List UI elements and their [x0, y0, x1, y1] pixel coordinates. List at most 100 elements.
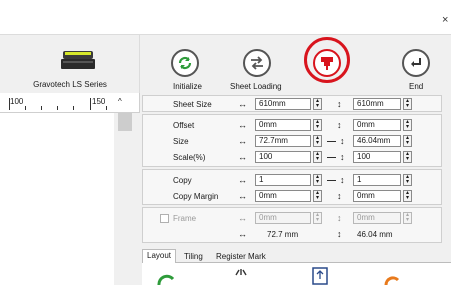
swap-arrows-icon	[243, 49, 271, 77]
copy-row: Copy ↔ 1 ▴ ▾ — ↕ 1 ▴ ▾	[143, 174, 443, 187]
horizontal-arrow-icon: ↔	[238, 152, 247, 162]
sheet-loading-button[interactable]: Sheet Loading	[226, 35, 290, 93]
offset-x-field[interactable]: 0mm	[255, 119, 311, 131]
frame-y-field[interactable]: 0mm	[353, 212, 401, 224]
size-height-field[interactable]: 46.04mm	[353, 135, 401, 147]
horizontal-arrow-icon: ↔	[238, 175, 247, 185]
frame-checkbox[interactable]	[160, 214, 169, 223]
horizontal-arrow-icon: ↔	[238, 229, 247, 239]
vertical-arrow-icon: ↕	[340, 152, 345, 162]
frame-group: Frame ↔ 0mm ▴ ▾ ↕ 0mm ▴ ▾ ↔ 72.7 mm ↕ 46.0…	[142, 207, 442, 243]
copy-y-spinner[interactable]: ▴ ▾	[403, 174, 412, 186]
sheet-size-group: Sheet Size ↔ 610mm ▴ ▾ ↕ 610mm ▴ ▾	[142, 95, 442, 112]
copy-group: Copy ↔ 1 ▴ ▾ — ↕ 1 ▴ ▾ Copy Margin ↔ 0mm ▴…	[142, 169, 442, 205]
copy-x-field[interactable]: 1	[255, 174, 311, 186]
refresh-icon	[171, 49, 199, 77]
scale-width-spinner[interactable]: ▴ ▾	[313, 151, 322, 163]
tab-register-mark[interactable]: Register Mark	[212, 251, 270, 263]
size-width-spinner[interactable]: ▴ ▾	[313, 135, 322, 147]
horizontal-arrow-icon: ↔	[238, 99, 247, 109]
sheet-size-row: Sheet Size ↔ 610mm ▴ ▾ ↕ 610mm ▴ ▾	[143, 98, 443, 111]
offset-row: Offset ↔ 0mm ▴ ▾ ↕ 0mm ▴ ▾	[143, 119, 443, 132]
end-button[interactable]: End	[396, 35, 436, 93]
scroll-up-icon[interactable]: ^	[118, 97, 122, 106]
fit-icon[interactable]	[312, 267, 328, 285]
ruler-tick	[57, 106, 58, 110]
size-width-field[interactable]: 72.7mm	[255, 135, 311, 147]
copy-label: Copy	[173, 176, 192, 185]
layout-tab-body	[142, 263, 451, 285]
copy-link-icon[interactable]: —	[327, 175, 336, 185]
size-height-spinner[interactable]: ▴ ▾	[403, 135, 412, 147]
scrollbar-thumb[interactable]	[118, 113, 132, 131]
title-bar: ×	[0, 0, 451, 34]
ruler-label-150: 150	[92, 97, 106, 106]
ruler-tick	[73, 106, 74, 110]
horizontal-arrow-icon: ↔	[238, 213, 247, 223]
horizontal-arrow-icon: ↔	[238, 136, 247, 146]
copy-margin-y-field[interactable]: 0mm	[353, 190, 401, 202]
total-height-value: 46.04 mm	[357, 230, 393, 239]
rotate-icon[interactable]	[156, 269, 176, 285]
ruler-tick	[106, 106, 107, 110]
offset-x-spinner[interactable]: ▴ ▾	[313, 119, 322, 131]
sheet-width-spinner[interactable]: ▴ ▾	[313, 98, 322, 110]
tab-tiling[interactable]: Tiling	[180, 251, 207, 263]
vertical-arrow-icon: ↕	[337, 213, 342, 223]
total-width-value: 72.7 mm	[267, 230, 299, 239]
sheet-loading-label: Sheet Loading	[230, 82, 282, 91]
ruler-tick	[9, 98, 10, 110]
ruler-tick	[25, 106, 26, 110]
tab-bar: Layout Tiling Register Mark	[142, 249, 451, 264]
reset-icon[interactable]	[382, 269, 402, 285]
device-panel[interactable]: Gravotech LS Series	[0, 35, 140, 93]
offset-y-field[interactable]: 0mm	[353, 119, 401, 131]
output-button[interactable]	[304, 35, 350, 93]
scale-height-spinner[interactable]: ▴ ▾	[403, 151, 412, 163]
copy-margin-row: Copy Margin ↔ 0mm ▴ ▾ ↕ 0mm ▴ ▾	[143, 190, 443, 203]
vertical-arrow-icon: ↕	[337, 191, 342, 201]
ruler-tick	[41, 106, 42, 110]
offset-y-spinner[interactable]: ▴ ▾	[403, 119, 412, 131]
frame-label: Frame	[173, 214, 197, 223]
sheet-height-field[interactable]: 610mm	[353, 98, 401, 110]
preview-canvas[interactable]	[0, 113, 114, 285]
frame-row: Frame ↔ 0mm ▴ ▾ ↕ 0mm ▴ ▾	[143, 212, 443, 225]
aspect-link-icon[interactable]: —	[327, 136, 336, 146]
vertical-arrow-icon: ↕	[337, 229, 342, 239]
vertical-arrow-icon: ↕	[337, 120, 342, 130]
copy-margin-x-spinner[interactable]: ▴ ▾	[313, 190, 322, 202]
return-arrow-icon	[402, 49, 430, 77]
end-label: End	[409, 82, 424, 91]
copy-margin-x-field[interactable]: 0mm	[255, 190, 311, 202]
offset-label: Offset	[173, 121, 195, 130]
vertical-arrow-icon: ↕	[337, 99, 342, 109]
frame-x-field[interactable]: 0mm	[255, 212, 311, 224]
copy-x-spinner[interactable]: ▴ ▾	[313, 174, 322, 186]
scale-height-field[interactable]: 100	[353, 151, 401, 163]
device-name: Gravotech LS Series	[33, 80, 107, 89]
align-arrows-icon[interactable]	[234, 267, 248, 277]
frame-x-spinner[interactable]: ▴ ▾	[313, 212, 322, 224]
toolbar: Gravotech LS Series Initialize Sheet Loa…	[0, 35, 451, 93]
sheet-width-field[interactable]: 610mm	[255, 98, 311, 110]
scale-row: Scale(%) ↔ 100 ▴ ▾ — ↕ 100 ▴ ▾	[143, 151, 443, 164]
size-row: Size ↔ 72.7mm ▴ ▾ — ↕ 46.04mm ▴ ▾	[143, 135, 443, 148]
vertical-scrollbar[interactable]	[114, 113, 140, 285]
frame-y-spinner[interactable]: ▴ ▾	[403, 212, 412, 224]
tab-layout[interactable]: Layout	[142, 249, 177, 264]
vertical-arrow-icon: ↕	[340, 136, 345, 146]
sheet-size-label: Sheet Size	[173, 100, 212, 109]
scale-link-icon[interactable]: —	[327, 152, 336, 162]
initialize-button[interactable]: Initialize	[160, 35, 210, 93]
size-label: Size	[173, 137, 189, 146]
initialize-label: Initialize	[173, 82, 202, 91]
copy-margin-y-spinner[interactable]: ▴ ▾	[403, 190, 412, 202]
horizontal-arrow-icon: ↔	[238, 191, 247, 201]
copy-y-field[interactable]: 1	[353, 174, 401, 186]
scale-label: Scale(%)	[173, 153, 206, 162]
close-icon[interactable]: ×	[442, 14, 448, 26]
copy-margin-label: Copy Margin	[173, 192, 219, 201]
scale-width-field[interactable]: 100	[255, 151, 311, 163]
sheet-height-spinner[interactable]: ▴ ▾	[403, 98, 412, 110]
